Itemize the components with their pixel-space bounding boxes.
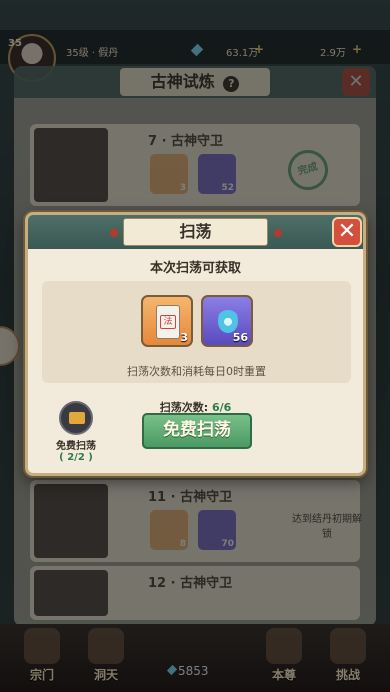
close-button[interactable]: ✕ <box>332 217 362 247</box>
reward-count: 3 <box>180 331 188 344</box>
talisman-symbol: 法 <box>160 315 176 329</box>
spirit-flame-reward[interactable]: 56 <box>201 295 253 347</box>
blue-spirit-flame-icon <box>218 305 238 333</box>
scroll-knob-right <box>274 229 282 237</box>
talisman-paper-reward[interactable]: 法 3 <box>141 295 193 347</box>
scroll-knob-left <box>110 229 118 237</box>
free-sweep-badge-count: ( 2/2 ) <box>59 452 93 463</box>
reset-note: 扫荡次数和消耗每日0时重置 <box>127 365 266 378</box>
screen: 35 35级 · 假丹 63.1万 + 2.9万 + 古神试炼 ? ✕ 7 · … <box>0 0 390 692</box>
sweep-dialog: 扫荡 ✕ 本次扫荡可获取 法 3 56 扫荡次数和消耗每日0时重置 免费扫荡 (… <box>25 212 366 476</box>
free-sweep-button[interactable]: 免费扫荡 <box>142 413 252 449</box>
reward-count: 56 <box>232 331 248 344</box>
rewards-box: 法 3 56 扫荡次数和消耗每日0时重置 <box>42 281 351 383</box>
free-sweep-badge-label: 免费扫荡 <box>56 441 96 452</box>
sweep-dialog-title: 扫荡 <box>179 222 212 241</box>
talisman-paper-icon: 法 <box>156 305 180 339</box>
rewards-subtitle: 本次扫荡可获取 <box>149 261 241 276</box>
